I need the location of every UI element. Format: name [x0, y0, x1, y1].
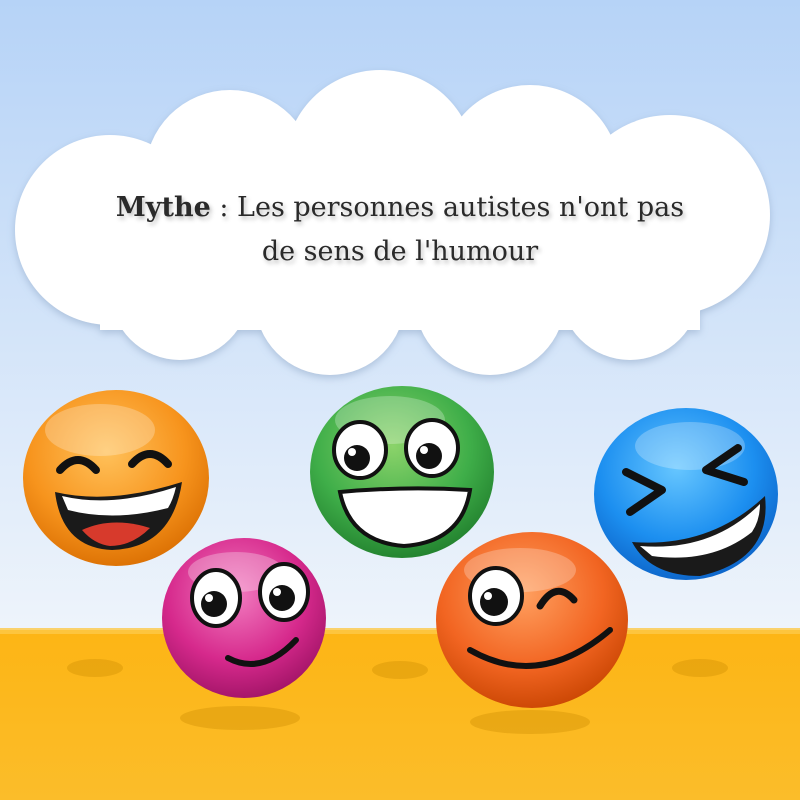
caption-line-1: Mythe : Les personnes autistes n'ont pas	[80, 186, 720, 230]
orange-laughing-smiley	[23, 390, 209, 566]
myth-label: Mythe	[115, 192, 211, 223]
caption-line-2: de sens de l'humour	[261, 236, 539, 267]
blue-squinting-smiley	[594, 408, 778, 580]
green-grinning-smiley	[310, 386, 494, 558]
pink-smiling-smiley	[162, 538, 326, 698]
caption-separator: :	[210, 192, 238, 223]
illustration-scene: Mythe : Les personnes autistes n'ont pas…	[0, 0, 800, 800]
caption-text-1: Les personnes autistes n'ont pas	[237, 192, 685, 223]
myth-caption: Mythe : Les personnes autistes n'ont pas…	[80, 186, 720, 274]
red-orange-winking-smiley	[436, 532, 628, 708]
illustration-artwork	[0, 0, 800, 800]
ground-strip	[0, 630, 800, 800]
